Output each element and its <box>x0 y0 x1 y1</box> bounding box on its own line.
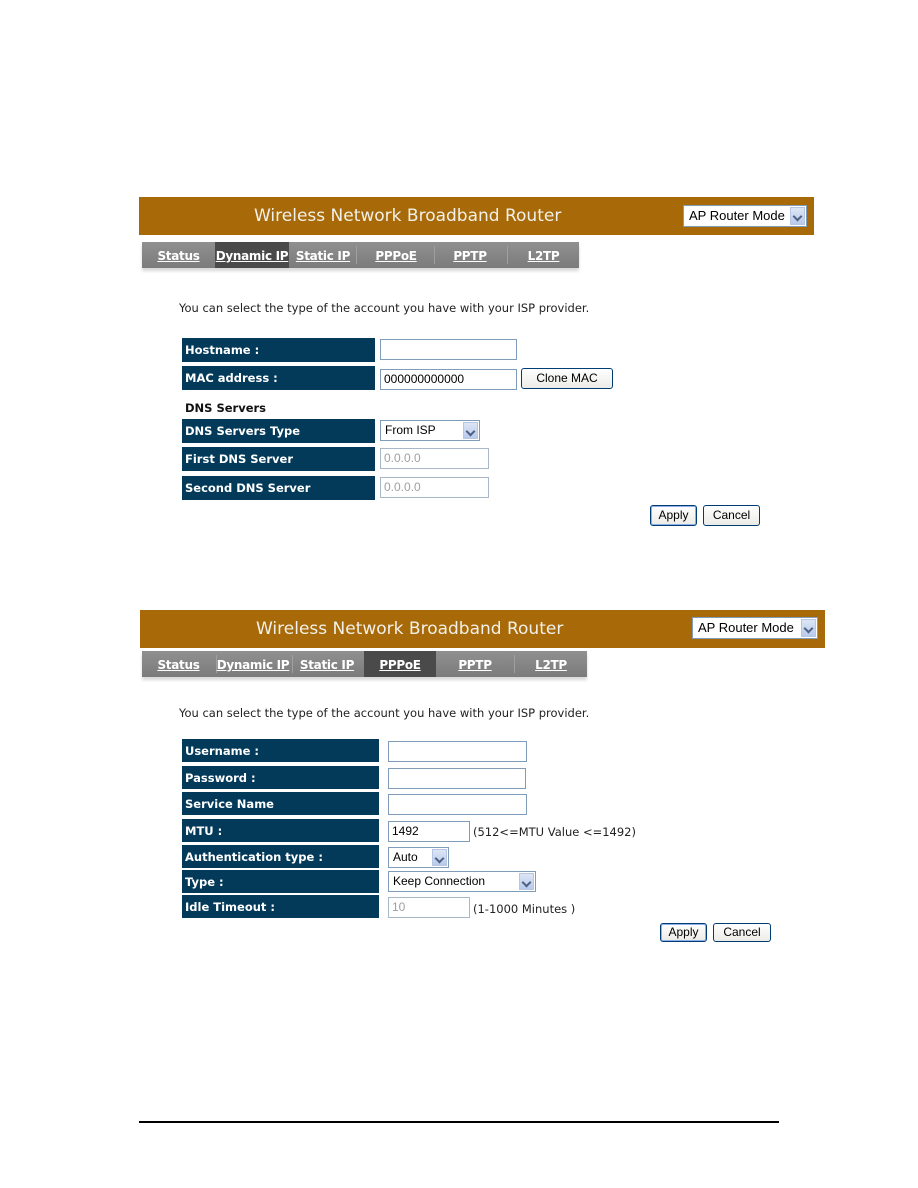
mode-select-value: AP Router Mode <box>689 208 785 223</box>
second-dns-input[interactable]: 0.0.0.0 <box>380 477 489 498</box>
apply-button[interactable]: Apply <box>650 505 697 526</box>
password-input[interactable] <box>388 768 526 789</box>
first-dns-label: First DNS Server <box>182 447 375 471</box>
tab-bar: Status Dynamic IP Static IP PPPoE PPTP L… <box>142 651 587 677</box>
chevron-down-icon[interactable] <box>432 849 447 866</box>
hostname-label: Hostname : <box>182 338 375 362</box>
connection-type-value: Keep Connection <box>393 874 486 888</box>
authentication-type-value: Auto <box>393 850 418 864</box>
tab-pppoe[interactable]: PPPoE <box>364 651 436 677</box>
mode-select-value: AP Router Mode <box>698 620 794 635</box>
tab-static-ip[interactable]: Static IP <box>290 242 356 268</box>
intro-text: You can select the type of the account y… <box>179 706 590 720</box>
tab-status[interactable]: Status <box>142 651 215 677</box>
intro-text: You can select the type of the account y… <box>179 301 590 315</box>
tab-bar: Status Dynamic IP Static IP PPPoE PPTP L… <box>142 242 579 268</box>
footer-divider <box>139 1121 779 1123</box>
password-label: Password : <box>182 766 379 789</box>
dns-servers-type-label: DNS Servers Type <box>182 419 375 443</box>
chevron-down-icon[interactable] <box>801 619 816 637</box>
second-dns-label: Second DNS Server <box>182 476 375 500</box>
mtu-hint: (512<=MTU Value <=1492) <box>473 825 636 839</box>
idle-timeout-input[interactable]: 10 <box>388 897 470 918</box>
dns-servers-heading: DNS Servers <box>185 401 267 415</box>
banner-title: Wireless Network Broadband Router <box>254 206 562 226</box>
authentication-type-select[interactable]: Auto <box>388 847 449 868</box>
mac-address-input[interactable]: 000000000000 <box>380 369 517 390</box>
mode-select[interactable]: AP Router Mode <box>683 205 807 227</box>
tab-l2tp[interactable]: L2TP <box>508 242 579 268</box>
username-label: Username : <box>182 739 379 762</box>
idle-timeout-hint: (1-1000 Minutes ) <box>473 902 576 916</box>
mtu-label: MTU : <box>182 819 379 842</box>
apply-button[interactable]: Apply <box>660 923 707 942</box>
mtu-input[interactable]: 1492 <box>388 821 470 842</box>
service-name-label: Service Name <box>182 792 379 815</box>
tab-dynamic-ip[interactable]: Dynamic IP <box>216 651 290 677</box>
cancel-button[interactable]: Cancel <box>703 505 760 526</box>
tab-dynamic-ip[interactable]: Dynamic IP <box>215 242 289 268</box>
mac-address-label: MAC address : <box>182 366 375 390</box>
idle-timeout-label: Idle Timeout : <box>182 895 379 918</box>
tab-pptp[interactable]: PPTP <box>435 242 505 268</box>
dns-servers-type-value: From ISP <box>385 423 436 437</box>
cancel-button[interactable]: Cancel <box>713 923 771 942</box>
type-label: Type : <box>182 870 379 893</box>
banner: Wireless Network Broadband Router AP Rou… <box>139 197 814 235</box>
chevron-down-icon[interactable] <box>519 873 534 890</box>
banner-title: Wireless Network Broadband Router <box>256 619 564 639</box>
first-dns-input[interactable]: 0.0.0.0 <box>380 448 489 469</box>
authentication-type-label: Authentication type : <box>182 845 379 868</box>
tab-l2tp[interactable]: L2TP <box>515 651 587 677</box>
clone-mac-button[interactable]: Clone MAC <box>521 368 613 389</box>
username-input[interactable] <box>388 741 527 762</box>
hostname-input[interactable] <box>380 339 517 360</box>
mode-select[interactable]: AP Router Mode <box>692 617 818 639</box>
chevron-down-icon[interactable] <box>463 422 478 439</box>
service-name-input[interactable] <box>388 794 527 815</box>
chevron-down-icon[interactable] <box>790 207 805 225</box>
tab-status[interactable]: Status <box>142 242 215 268</box>
tab-pptp[interactable]: PPTP <box>436 651 514 677</box>
tab-pppoe[interactable]: PPPoE <box>357 242 435 268</box>
banner: Wireless Network Broadband Router AP Rou… <box>140 610 825 648</box>
tab-static-ip[interactable]: Static IP <box>293 651 361 677</box>
connection-type-select[interactable]: Keep Connection <box>388 871 536 892</box>
dns-servers-type-select[interactable]: From ISP <box>380 420 480 441</box>
